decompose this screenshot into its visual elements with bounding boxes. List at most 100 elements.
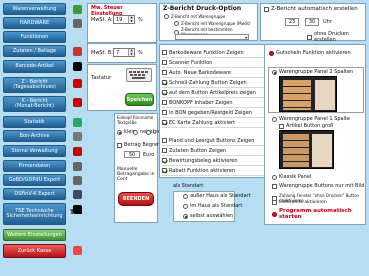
amount-limit-input[interactable]: 50 bbox=[124, 151, 140, 158]
option-9-checkbox[interactable] bbox=[162, 138, 167, 143]
zprint-opt2[interactable]: Z-Bericht mit Warengruppe (MwSt) bbox=[174, 21, 251, 26]
nav-item-5[interactable]: Barcode-Artikel bbox=[3, 60, 66, 73]
option-11-label: Bewirtungsbeleg aktivieren bbox=[169, 157, 238, 164]
option-5[interactable]: auf dem Button Artikelpreis zeigen bbox=[162, 88, 268, 98]
option-6[interactable]: BONKOPF Inhaber Zeigen bbox=[162, 98, 268, 108]
nav-item-6[interactable]: Z - Bericht (Tagesabschluss) bbox=[3, 77, 66, 93]
option-12-checkbox[interactable] bbox=[162, 168, 167, 173]
autostart-dot[interactable] bbox=[272, 211, 277, 217]
zprint-opt1-dot[interactable] bbox=[164, 14, 169, 19]
default-mode-opt2-dot[interactable] bbox=[183, 203, 188, 209]
gutschein-dot[interactable] bbox=[269, 50, 274, 56]
klassik-dot[interactable] bbox=[272, 174, 277, 180]
keyboard-icon[interactable] bbox=[126, 68, 152, 82]
default-mode-opt1[interactable]: außer Haus als Standart bbox=[183, 193, 251, 199]
tax-b-label: MwSt. B: bbox=[91, 50, 113, 56]
artikel-button-label: Artikel Button groß bbox=[286, 123, 334, 129]
wg-buttons-check[interactable]: Warengruppe Buttons nur mit Bild bbox=[272, 183, 364, 189]
tax-a-spinner[interactable]: 19 ▲ ▼ bbox=[113, 15, 135, 24]
option-5-checkbox[interactable] bbox=[162, 90, 167, 95]
artikel-button-check[interactable]: Artikel Button groß bbox=[279, 123, 333, 129]
panel2-dot[interactable] bbox=[272, 69, 277, 75]
nav-item-label: Zutaten / Beilage bbox=[12, 47, 57, 54]
option-6-checkbox[interactable] bbox=[162, 100, 167, 105]
nav-item-10[interactable]: Storno Verwaltung bbox=[3, 145, 66, 157]
panel1-radio[interactable]: Warengruppe Panel 1 Spalte bbox=[272, 116, 350, 122]
option-3[interactable]: Auto. Neue Barkodeware bbox=[162, 68, 268, 78]
option-8[interactable]: EC Karte Zahlung aktiviert bbox=[162, 118, 268, 128]
nav-item-9[interactable]: Bon-Archive bbox=[3, 130, 66, 142]
panel1-dot[interactable] bbox=[272, 116, 277, 122]
zprint-panel: Z-Bericht Druck-Option Z-Bericht mit War… bbox=[159, 3, 258, 41]
keyboard-label: Tastatur bbox=[91, 75, 112, 81]
nav-item-11[interactable]: Firmendaten bbox=[3, 160, 66, 172]
zauto-hour-value: 23 bbox=[288, 19, 296, 25]
artikel-button-box[interactable] bbox=[279, 123, 284, 129]
option-11-checkbox[interactable] bbox=[162, 158, 167, 163]
zprint-opt1[interactable]: Z-Bericht mit Warengruppe bbox=[164, 14, 225, 19]
zauto-hour[interactable]: 23 bbox=[285, 18, 299, 26]
lieferando-check[interactable]: Lieferando aktivieren bbox=[272, 200, 327, 205]
nav-item-15[interactable]: Weitere Einstellungen bbox=[3, 229, 66, 241]
gutschein-toggle[interactable]: Gutschein Funktion aktivieren bbox=[269, 50, 351, 56]
tse-badge: TSE bbox=[70, 209, 83, 216]
option-1[interactable]: Barkodeware Funktion Zeigen bbox=[162, 48, 268, 58]
nav-item-1[interactable]: Warenverwaltung bbox=[3, 3, 66, 15]
nav-item-3[interactable]: Funktionen bbox=[3, 31, 66, 43]
panel2-radio[interactable]: Warengruppe Panel 2 Spalten bbox=[272, 69, 353, 75]
option-2-checkbox[interactable] bbox=[162, 60, 167, 65]
option-7-checkbox[interactable] bbox=[162, 110, 167, 115]
zprint-opt2-dot[interactable] bbox=[174, 21, 179, 26]
default-mode-opt3[interactable]: selbst auswählen bbox=[183, 213, 233, 219]
option-10-checkbox[interactable] bbox=[162, 148, 167, 153]
tax-b-arrows[interactable]: ▲ ▼ bbox=[128, 48, 134, 56]
option-3-checkbox[interactable] bbox=[162, 70, 167, 75]
nav-item-label: DSFinV-K Export bbox=[14, 190, 55, 197]
option-4-checkbox[interactable] bbox=[162, 80, 167, 85]
nav-item-8[interactable]: Statistik bbox=[3, 116, 66, 128]
option-1-checkbox[interactable] bbox=[162, 50, 167, 55]
nav-item-2[interactable]: HARDWARE bbox=[3, 17, 66, 29]
text-size-title: Einkopf Rinnname Textgröße bbox=[117, 115, 154, 125]
option-9[interactable]: Pland und Leergut Buttons Zeigen bbox=[162, 136, 268, 146]
option-11[interactable]: Bewirtungsbeleg aktivieren bbox=[162, 156, 268, 166]
option-10[interactable]: Zutaten Button Zeigen bbox=[162, 146, 268, 156]
default-mode-opt1-dot[interactable] bbox=[183, 193, 188, 199]
size-normal-dot[interactable] bbox=[133, 129, 138, 135]
zauto-noprint[interactable]: ohne Drucken erstellen bbox=[307, 31, 365, 43]
dsfinvk-icon bbox=[70, 187, 84, 201]
size-small-dot[interactable] bbox=[117, 129, 122, 135]
tax-b-spinner[interactable]: 7 ▲ ▼ bbox=[113, 48, 135, 57]
zprint-group-select[interactable]: ▾ bbox=[175, 34, 249, 40]
back-arrow-icon bbox=[70, 243, 84, 257]
wg-buttons-box[interactable] bbox=[272, 183, 277, 189]
nav-item-4[interactable]: Zutaten / Beilage bbox=[3, 45, 66, 57]
option-12[interactable]: Rabatt Funktion aktivieren bbox=[162, 166, 268, 176]
lieferando-box[interactable] bbox=[272, 200, 277, 205]
keyboard-panel: Tastatur Speichen bbox=[87, 64, 157, 111]
nav-item-7[interactable]: X - Bericht (Monat-Bericht) bbox=[3, 96, 66, 112]
zauto-noprint-box[interactable] bbox=[307, 34, 312, 40]
zauto-box[interactable] bbox=[264, 6, 269, 12]
option-8-checkbox[interactable] bbox=[162, 120, 167, 125]
nav-item-12[interactable]: GoBD/GDPdU Export bbox=[3, 174, 66, 186]
klassik-radio[interactable]: Klassik Panel bbox=[272, 174, 311, 180]
option-4[interactable]: Schnell-Zahlung Button Zeigen bbox=[162, 78, 268, 88]
close-button[interactable]: BEENDEN bbox=[118, 192, 154, 206]
nav-item-14[interactable]: TSE Technische Sicherheitseinrichtung bbox=[3, 203, 66, 225]
size-large-dot[interactable] bbox=[146, 129, 151, 135]
nav-item-13[interactable]: DSFinV-K Export bbox=[3, 188, 66, 200]
tax-a-label: MwSt. A: bbox=[91, 17, 113, 23]
autostart-toggle[interactable]: Programm automatisch starten bbox=[272, 208, 365, 220]
option-2[interactable]: Scanner Funktion bbox=[162, 58, 268, 68]
zauto-checkbox[interactable]: Z-Bericht automatisch erstellen bbox=[264, 6, 358, 12]
tax-a-arrows[interactable]: ▲ ▼ bbox=[128, 15, 134, 23]
nav-item-label: Warenverwaltung bbox=[12, 5, 57, 12]
save-button[interactable]: Speichen bbox=[125, 93, 154, 106]
nav-item-16[interactable]: Zurück Kasse bbox=[3, 244, 66, 258]
zauto-minute[interactable]: 30 bbox=[305, 18, 319, 26]
default-mode-opt2[interactable]: im Haus als Standart bbox=[183, 203, 242, 209]
amount-limit-box[interactable] bbox=[117, 142, 122, 148]
option-7[interactable]: in BON gegeben/Restgeld Zeigen bbox=[162, 108, 268, 118]
default-mode-opt3-dot[interactable] bbox=[183, 213, 188, 219]
